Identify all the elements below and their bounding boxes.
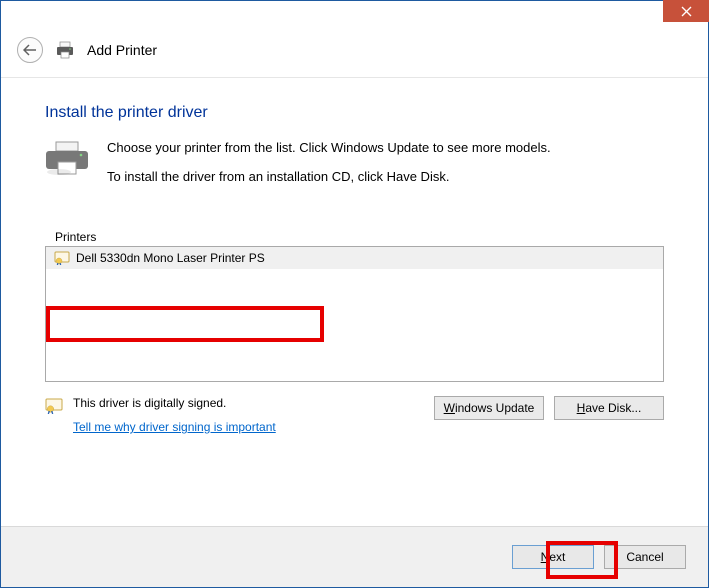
info-row: Choose your printer from the list. Click… (45, 140, 664, 198)
signing-status: This driver is digitally signed. (73, 396, 424, 410)
section-heading: Install the printer driver (45, 104, 664, 122)
wizard-header: Add Printer (1, 29, 708, 78)
close-button[interactable] (663, 0, 709, 22)
printers-group: Printers Dell 5330dn Mono Laser Printer … (45, 246, 664, 382)
signing-row: This driver is digitally signed. Tell me… (45, 396, 664, 434)
info-text: Choose your printer from the list. Click… (107, 140, 551, 198)
big-printer-icon (45, 140, 89, 198)
content-area: Install the printer driver Choose your p… (1, 78, 708, 526)
back-arrow-icon (23, 44, 37, 56)
back-button[interactable] (17, 37, 43, 63)
have-disk-button[interactable]: Have Disk... (554, 396, 664, 420)
certificate-icon (45, 396, 63, 414)
titlebar (1, 1, 708, 29)
printer-icon (55, 41, 75, 59)
printers-label: Printers (55, 230, 96, 244)
cancel-button[interactable]: Cancel (604, 545, 686, 569)
footer: Next Cancel (1, 526, 708, 587)
info-line-2: To install the driver from an installati… (107, 169, 551, 184)
close-icon (681, 6, 692, 17)
printers-listbox[interactable]: Dell 5330dn Mono Laser Printer PS (45, 246, 664, 382)
next-button[interactable]: Next (512, 545, 594, 569)
signing-help-link[interactable]: Tell me why driver signing is important (73, 420, 276, 434)
info-line-1: Choose your printer from the list. Click… (107, 140, 551, 155)
wizard-title: Add Printer (87, 42, 157, 58)
printer-list-item[interactable]: Dell 5330dn Mono Laser Printer PS (46, 247, 663, 269)
printer-name: Dell 5330dn Mono Laser Printer PS (76, 251, 265, 265)
dialog-window: Add Printer Install the printer driver C… (0, 0, 709, 588)
certificate-icon (54, 251, 70, 265)
windows-update-button[interactable]: Windows Update (434, 396, 544, 420)
